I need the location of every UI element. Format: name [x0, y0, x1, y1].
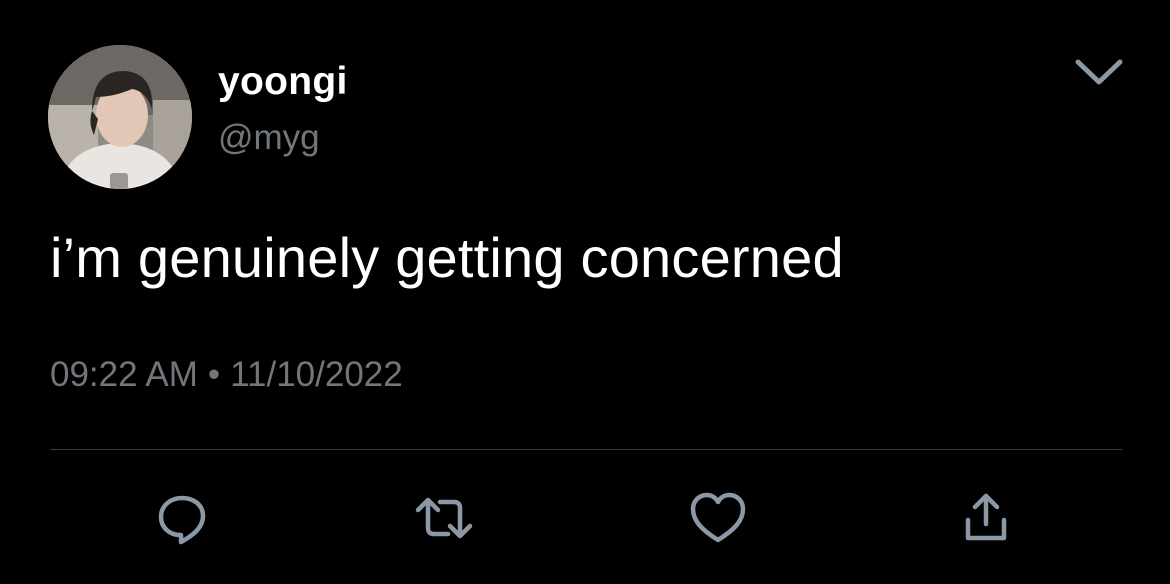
divider	[50, 449, 1122, 450]
share-upload-icon	[965, 493, 1007, 541]
retweet-button[interactable]	[414, 488, 474, 548]
share-button[interactable]	[956, 488, 1016, 548]
user-handle[interactable]: @myg	[218, 116, 320, 160]
display-name[interactable]: yoongi	[218, 58, 348, 106]
tweet-time: 09:22 AM	[50, 355, 198, 394]
chevron-down-icon	[1075, 59, 1123, 85]
timestamp-separator: •	[207, 355, 221, 394]
tweet-date: 11/10/2022	[230, 355, 403, 394]
tweet-timestamp[interactable]: 09:22 AM • 11/10/2022	[50, 352, 403, 398]
heart-icon	[690, 492, 746, 543]
tweet-card: yoongi @myg i’m genuinely getting concer…	[0, 0, 1170, 584]
tweet-text: i’m genuinely getting concerned	[50, 226, 844, 289]
more-options-button[interactable]	[1072, 52, 1126, 92]
reply-button[interactable]	[152, 488, 212, 548]
retweet-icon	[415, 497, 473, 539]
action-bar	[0, 480, 1170, 550]
avatar[interactable]	[48, 45, 192, 189]
reply-bubble-icon	[158, 495, 206, 545]
like-button[interactable]	[688, 488, 748, 548]
avatar-photo	[48, 45, 192, 189]
